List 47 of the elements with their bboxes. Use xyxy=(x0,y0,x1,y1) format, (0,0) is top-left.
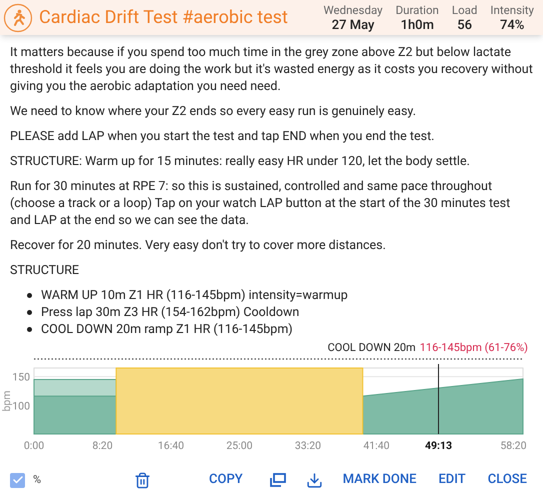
description-paragraph: It matters because if you spend too much time in the grey zone above Z2 but below lactate threshold it feels you are doing the work but it's wasted energy as it costs you recovery without giving you the aerobic adaptation you need need. xyxy=(10,44,533,95)
percent-checkbox[interactable] xyxy=(10,472,25,488)
cursor-line xyxy=(438,364,439,434)
description-paragraph: PLEASE add LAP when you start the test and tap END when you end the test. xyxy=(10,128,436,145)
x-tick-label: 41:40 xyxy=(363,439,390,452)
toolbar-button[interactable]: MARK DONE xyxy=(336,466,422,494)
x-tick-label: 58:20 xyxy=(500,439,526,452)
cursor-time: 49:13 xyxy=(424,439,452,452)
download-icon xyxy=(306,472,323,488)
check-icon xyxy=(12,474,24,486)
x-tick-label: 25:00 xyxy=(226,439,253,452)
step-target: 116-145bpm (61-76%) xyxy=(420,340,528,356)
runner-icon xyxy=(3,2,33,32)
x-tick-label: 16:40 xyxy=(158,439,184,452)
workout-title: Cardiac Drift Test #aerobic test xyxy=(39,6,288,30)
bullet-icon xyxy=(27,327,32,332)
step-name: COOL DOWN 20m xyxy=(328,340,416,356)
description-paragraph: Run for 30 minutes at RPE 7: so this is sustained, controlled and same pace throughout (choose a track or a loop) Tap on your watch LAP button at the start of the 30 minutes test and LAP at the end so we can see the data. xyxy=(10,178,512,229)
stat-label: Load xyxy=(452,2,478,18)
x-tick-label: 8:20 xyxy=(92,439,113,452)
trash-icon xyxy=(134,472,151,488)
y-tick-label: 150 xyxy=(12,370,30,384)
stat-value: 56 xyxy=(457,18,472,32)
description-paragraph: STRUCTURE: Warm up for 15 minutes: really easy HR under 120, let the body settle. xyxy=(10,153,471,170)
x-tick-label: 33:20 xyxy=(294,439,322,452)
stat-value: 74% xyxy=(500,18,524,32)
stat-label: Wednesday xyxy=(323,2,383,18)
y-tick-label: 100 xyxy=(12,399,30,412)
y-axis-label: bpm xyxy=(0,390,13,412)
description-paragraph: Recover for 20 minutes. Very easy don't try to cover more distances. xyxy=(10,237,387,254)
percent-label: % xyxy=(33,472,42,488)
stat-label: Intensity xyxy=(490,2,534,18)
stat-label: Duration xyxy=(396,2,439,18)
stat-value: 27 May xyxy=(332,18,374,32)
toolbar-button[interactable]: EDIT xyxy=(432,466,472,494)
bullet-item: WARM UP 10m Z1 HR (116-145bpm) intensity=warmup xyxy=(41,287,348,304)
toolbar-button[interactable]: CLOSE xyxy=(482,466,533,494)
bullet-item: Press lap 30m Z3 HR (154-162bpm) Cooldown xyxy=(41,304,300,321)
bullet-icon xyxy=(27,293,32,298)
stacked-windows-icon xyxy=(268,472,286,488)
description-paragraph: We need to know where your Z2 ends so every easy run is genuinely easy. xyxy=(10,103,417,120)
bullet-item: COOL DOWN 20m ramp Z1 HR (116-145bpm) xyxy=(41,321,293,338)
description-paragraph: STRUCTURE xyxy=(10,262,80,279)
toolbar-button[interactable]: COPY xyxy=(203,466,249,494)
x-tick-label: 0:00 xyxy=(24,439,44,452)
bullet-icon xyxy=(27,310,32,315)
stat-value: 1h0m xyxy=(400,18,434,32)
